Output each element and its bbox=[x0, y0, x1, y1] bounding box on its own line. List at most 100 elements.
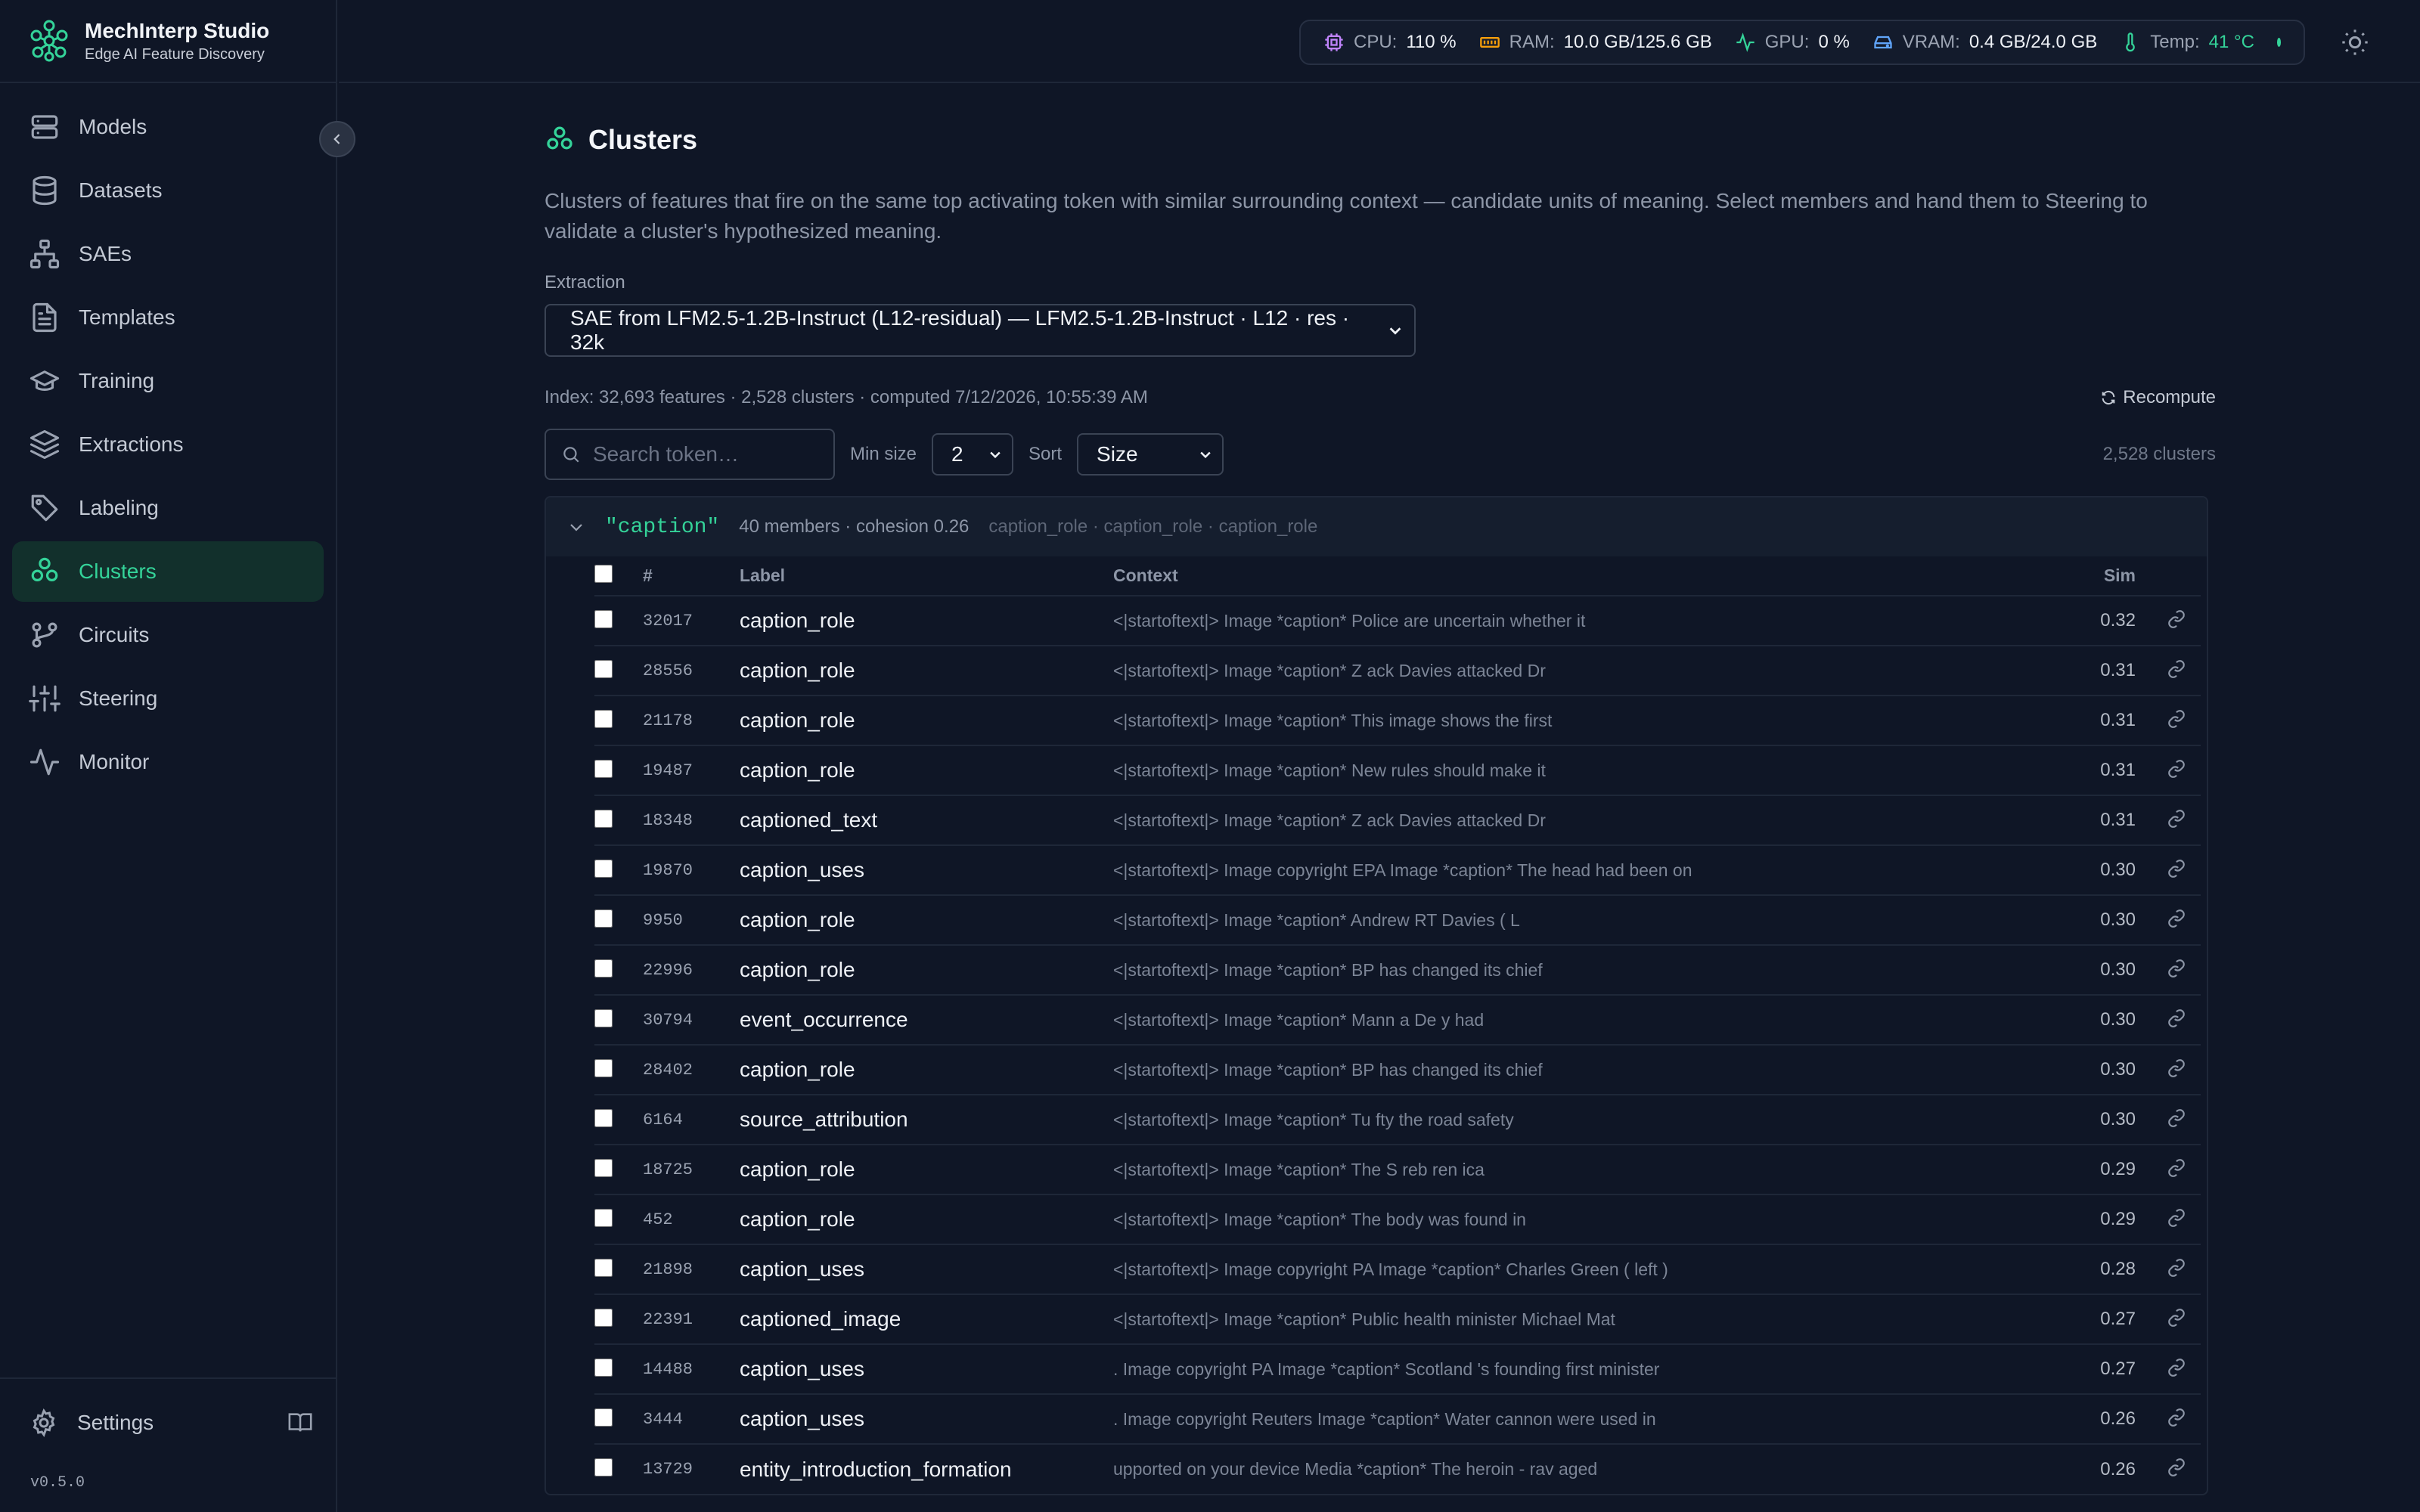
table-row[interactable]: 21898 caption_uses <|startoftext|> Image c… bbox=[594, 1244, 2201, 1294]
sidebar-item-label: Training bbox=[79, 369, 155, 392]
table-row[interactable]: 30794 event_occurrence <|startoftext|> Ima… bbox=[594, 994, 2201, 1045]
sidebar-item-circuits[interactable]: Circuits bbox=[12, 605, 324, 665]
cluster-header[interactable]: "caption" 40 members · cohesion 0.26 cap… bbox=[546, 497, 2207, 556]
recompute-button[interactable]: Recompute bbox=[2100, 387, 2216, 408]
sidebar-item-templates[interactable]: Templates bbox=[12, 287, 324, 348]
row-checkbox[interactable] bbox=[594, 1108, 613, 1127]
search-box[interactable] bbox=[544, 429, 835, 480]
feature-similarity: 0.26 bbox=[2077, 1443, 2152, 1494]
link-icon[interactable] bbox=[2167, 1158, 2186, 1178]
extraction-label: Extraction bbox=[544, 272, 625, 293]
table-row[interactable]: 19487 caption_role <|startoftext|> Image *… bbox=[594, 745, 2201, 795]
table-row[interactable]: 14488 caption_uses. Image copyright PA Im… bbox=[594, 1343, 2201, 1394]
row-checkbox[interactable] bbox=[594, 1058, 613, 1077]
feature-context: <|startoftext|> Image copyright PA Image… bbox=[1113, 1244, 2077, 1294]
table-row[interactable]: 18725 caption_role <|startoftext|> Image *… bbox=[594, 1144, 2201, 1194]
chevron-down-icon[interactable] bbox=[567, 518, 585, 536]
table-row[interactable]: 13729 entity_introduction_formation upport… bbox=[594, 1443, 2201, 1494]
sidebar-item-labeling[interactable]: Labeling bbox=[12, 478, 324, 538]
sun-icon[interactable] bbox=[2340, 27, 2370, 57]
app-subtitle: Edge AI Feature Discovery bbox=[85, 45, 265, 63]
table-row[interactable]: 22391 captioned_image <|startoftext|> Imag… bbox=[594, 1294, 2201, 1344]
link-icon[interactable] bbox=[2167, 1009, 2186, 1028]
row-checkbox[interactable] bbox=[594, 959, 613, 978]
table-row[interactable]: 28402 caption_role <|startoftext|> Image *… bbox=[594, 1044, 2201, 1095]
table-row[interactable]: 9950 caption_role <|startoftext|> Image *c… bbox=[594, 894, 2201, 945]
feature-label: caption_role bbox=[740, 944, 1113, 995]
row-checkbox[interactable] bbox=[594, 759, 613, 778]
table-row[interactable]: 452 caption_role <|startoftext|> Image *ca… bbox=[594, 1194, 2201, 1244]
sliders-icon bbox=[29, 685, 60, 712]
table-row[interactable]: 19870 caption_uses <|startoftext|> Image c… bbox=[594, 844, 2201, 895]
sidebar-item-saes[interactable]: SAEs bbox=[12, 224, 324, 284]
feature-id: 3444 bbox=[643, 1393, 740, 1444]
link-icon[interactable] bbox=[2167, 1458, 2186, 1477]
settings-link[interactable]: Settings bbox=[0, 1379, 336, 1467]
temp-label: Temp: bbox=[2150, 32, 2200, 52]
sidebar-item-extractions[interactable]: Extractions bbox=[12, 414, 324, 475]
table-row[interactable]: 32017 caption_role <|startoftext|> Image *… bbox=[594, 595, 2201, 646]
link-icon[interactable] bbox=[2167, 609, 2186, 629]
link-icon[interactable] bbox=[2167, 1258, 2186, 1278]
link-icon[interactable] bbox=[2167, 659, 2186, 679]
link-icon[interactable] bbox=[2167, 1208, 2186, 1228]
row-checkbox[interactable] bbox=[594, 1308, 613, 1327]
row-checkbox[interactable] bbox=[594, 1158, 613, 1177]
link-icon[interactable] bbox=[2167, 709, 2186, 729]
sidebar-item-clusters[interactable]: Clusters bbox=[12, 541, 324, 602]
feature-label: caption_role bbox=[740, 894, 1113, 945]
feature-label: caption_uses bbox=[740, 1343, 1113, 1394]
row-checkbox[interactable] bbox=[594, 1208, 613, 1227]
sort-select[interactable]: Size bbox=[1077, 433, 1224, 476]
link-icon[interactable] bbox=[2167, 759, 2186, 779]
feature-id: 19870 bbox=[643, 844, 740, 895]
row-checkbox[interactable] bbox=[594, 709, 613, 728]
table-row[interactable]: 22996 caption_role <|startoftext|> Image *… bbox=[594, 944, 2201, 995]
link-icon[interactable] bbox=[2167, 1358, 2186, 1377]
row-checkbox[interactable] bbox=[594, 1408, 613, 1427]
feature-id: 21178 bbox=[643, 695, 740, 745]
layers-icon bbox=[29, 429, 60, 460]
row-checkbox[interactable] bbox=[594, 659, 613, 678]
column-header-context: Context bbox=[1113, 565, 1178, 585]
row-checkbox[interactable] bbox=[594, 1009, 613, 1027]
brand[interactable]: MechInterp Studio Edge AI Feature Discov… bbox=[0, 0, 336, 83]
table-row[interactable]: 18348 captioned_text <|startoftext|> Image… bbox=[594, 795, 2201, 845]
extraction-select[interactable]: SAE from LFM2.5-1.2B-Instruct (L12-resid… bbox=[544, 304, 1416, 357]
row-checkbox[interactable] bbox=[594, 1258, 613, 1277]
link-icon[interactable] bbox=[2167, 959, 2186, 978]
system-stats: CPU: 110 % RAM: 10.0 GB/125.6 GB GPU: 0 … bbox=[1299, 20, 2305, 65]
sidebar-item-steering[interactable]: Steering bbox=[12, 668, 324, 729]
link-icon[interactable] bbox=[2167, 1108, 2186, 1128]
row-checkbox[interactable] bbox=[594, 809, 613, 828]
search-icon bbox=[563, 447, 579, 463]
sidebar-item-datasets[interactable]: Datasets bbox=[12, 160, 324, 221]
table-row[interactable]: 28556 caption_role <|startoftext|> Image *… bbox=[594, 645, 2201, 696]
row-checkbox[interactable] bbox=[594, 909, 613, 928]
row-checkbox[interactable] bbox=[594, 609, 613, 628]
row-checkbox[interactable] bbox=[594, 859, 613, 878]
table-row[interactable]: 6164 source_attribution <|startoftext|> Im… bbox=[594, 1094, 2201, 1145]
collapse-sidebar-button[interactable] bbox=[319, 121, 355, 157]
table-row[interactable]: 21178 caption_role <|startoftext|> Image *… bbox=[594, 695, 2201, 745]
row-checkbox[interactable] bbox=[594, 1458, 613, 1476]
link-icon[interactable] bbox=[2167, 809, 2186, 829]
cluster-token: "caption" bbox=[605, 515, 720, 539]
min-size-select[interactable]: 2 bbox=[932, 433, 1014, 476]
book-open-icon[interactable] bbox=[287, 1410, 313, 1436]
link-icon[interactable] bbox=[2167, 1058, 2186, 1078]
feature-label: caption_role bbox=[740, 595, 1113, 646]
feature-context: . Image copyright Reuters Image *caption… bbox=[1113, 1393, 2077, 1444]
row-checkbox[interactable] bbox=[594, 1358, 613, 1377]
sidebar-item-monitor[interactable]: Monitor bbox=[12, 732, 324, 792]
sidebar-item-models[interactable]: Models bbox=[12, 97, 324, 157]
sidebar-item-training[interactable]: Training bbox=[12, 351, 324, 411]
link-icon[interactable] bbox=[2167, 1308, 2186, 1328]
link-icon[interactable] bbox=[2167, 1408, 2186, 1427]
link-icon[interactable] bbox=[2167, 909, 2186, 928]
link-icon[interactable] bbox=[2167, 859, 2186, 878]
page-title: Clusters bbox=[544, 124, 2216, 156]
search-input[interactable] bbox=[593, 442, 820, 466]
select-all-checkbox[interactable] bbox=[594, 564, 613, 583]
table-row[interactable]: 3444 caption_uses. Image copyright Reuter… bbox=[594, 1393, 2201, 1444]
